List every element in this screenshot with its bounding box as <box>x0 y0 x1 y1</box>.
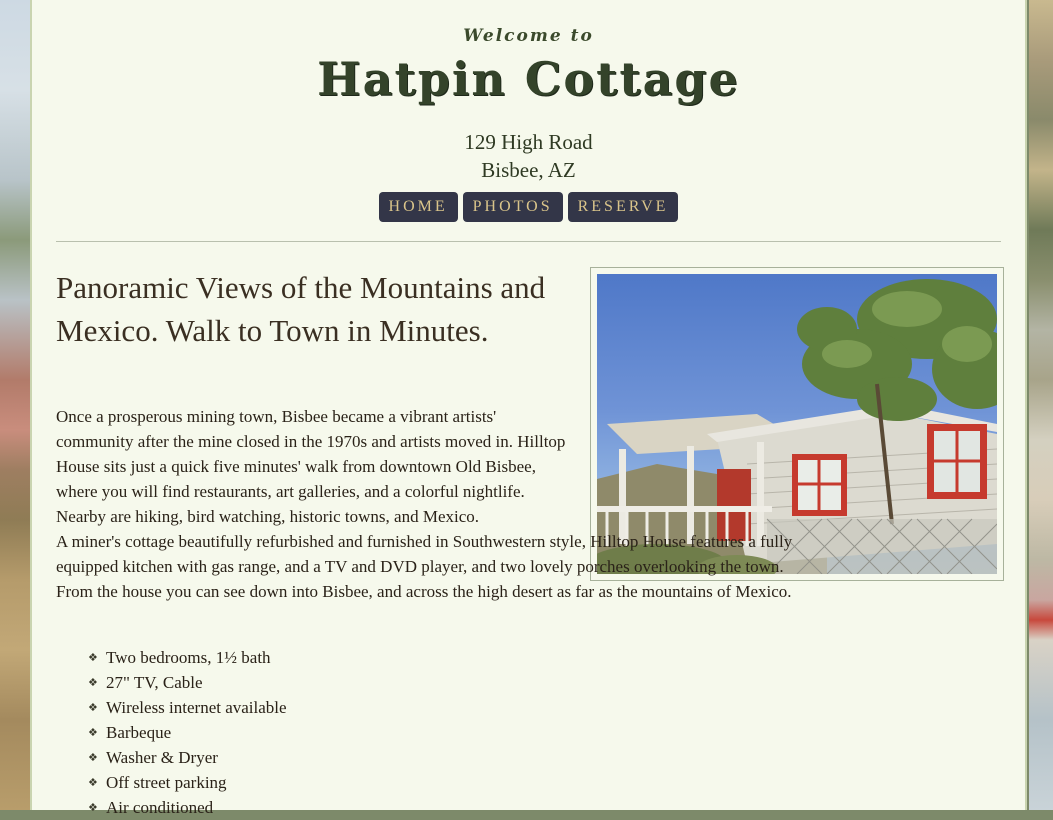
diamond-bullet-icon: ❖ <box>88 776 98 789</box>
main-nav: HOME PHOTOS RESERVE <box>32 192 1025 222</box>
list-item: ❖ 27" TV, Cable <box>88 670 287 695</box>
diamond-bullet-icon: ❖ <box>88 701 98 714</box>
feature-text: 27" TV, Cable <box>106 673 203 692</box>
background-photo-right <box>1029 0 1053 810</box>
address: 129 High Road Bisbee, AZ <box>32 128 1025 184</box>
feature-text: Off street parking <box>106 773 227 792</box>
nav-home-button[interactable]: HOME <box>378 192 458 222</box>
feature-text: Barbeque <box>106 723 172 742</box>
address-street: 129 High Road <box>464 130 593 154</box>
list-item: ❖ Washer & Dryer <box>88 745 287 770</box>
description: Once a prosperous mining town, Bisbee be… <box>56 404 796 604</box>
header-divider <box>56 241 1001 242</box>
welcome-text: Welcome to <box>463 26 594 46</box>
diamond-bullet-icon: ❖ <box>88 801 98 814</box>
page-headline: Panoramic Views of the Mountains and Mex… <box>56 270 546 348</box>
list-item: ❖ Two bedrooms, 1½ bath <box>88 645 287 670</box>
background-photo-left <box>0 0 30 810</box>
address-city: Bisbee, AZ <box>481 158 576 182</box>
list-item: ❖ Barbeque <box>88 720 287 745</box>
page-container: Welcome to Hatpin Cottage 129 High Road … <box>30 0 1027 817</box>
feature-text: Wireless internet available <box>106 698 287 717</box>
diamond-bullet-icon: ❖ <box>88 726 98 739</box>
list-item: ❖ Wireless internet available <box>88 695 287 720</box>
list-item: ❖ Air conditioned <box>88 795 287 820</box>
feature-text: Washer & Dryer <box>106 748 218 767</box>
description-paragraph-2: A miner's cottage beautifully refurbishe… <box>56 532 793 601</box>
diamond-bullet-icon: ❖ <box>88 751 98 764</box>
site-title: Hatpin Cottage <box>317 52 740 106</box>
nav-photos-button[interactable]: PHOTOS <box>462 192 563 222</box>
diamond-bullet-icon: ❖ <box>88 651 98 664</box>
feature-text: Two bedrooms, 1½ bath <box>106 648 271 667</box>
description-paragraph-1: Once a prosperous mining town, Bisbee be… <box>56 407 566 526</box>
feature-text: Air conditioned <box>106 798 214 817</box>
list-item: ❖ Off street parking <box>88 770 287 795</box>
features-list: ❖ Two bedrooms, 1½ bath ❖ 27" TV, Cable ❖ W… <box>88 645 287 820</box>
diamond-bullet-icon: ❖ <box>88 676 98 689</box>
nav-reserve-button[interactable]: RESERVE <box>567 192 679 222</box>
